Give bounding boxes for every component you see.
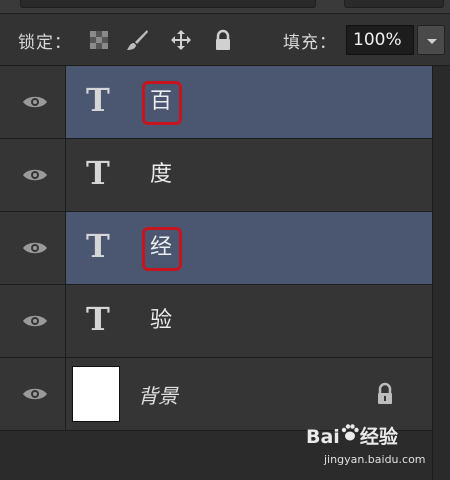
text-layer-icon: T <box>86 81 110 119</box>
text-layer-icon: T <box>86 300 110 338</box>
layer-content[interactable]: T 验 <box>66 285 432 357</box>
layer-name[interactable]: 验 <box>150 307 172 335</box>
paw-icon <box>341 424 359 441</box>
fill-input[interactable]: 100% <box>346 25 414 55</box>
text-layer-icon: T <box>86 227 110 265</box>
visibility-toggle[interactable] <box>0 139 66 211</box>
lock-position-icon[interactable] <box>170 29 192 51</box>
lock-bar: 锁定： 填充： 100% <box>0 14 450 66</box>
layer-thumbnail <box>72 366 120 422</box>
lock-all-icon[interactable] <box>212 29 234 51</box>
layer-content[interactable]: 背景 <box>66 358 432 430</box>
highlight-box <box>142 227 182 271</box>
layer-row[interactable]: T 经 <box>0 212 432 285</box>
eye-icon[interactable] <box>22 94 48 110</box>
layers-list: T 百 T 度 T 经 T 验 背景 <box>0 66 432 480</box>
eye-icon[interactable] <box>22 167 48 183</box>
eye-icon[interactable] <box>22 240 48 256</box>
eye-icon[interactable] <box>22 313 48 329</box>
layer-row[interactable]: T 百 <box>0 66 432 139</box>
watermark-brand: Bai <box>306 426 340 448</box>
lock-image-pixels-icon[interactable] <box>126 29 148 51</box>
visibility-toggle[interactable] <box>0 66 66 138</box>
layer-lock-icon <box>378 382 392 404</box>
layer-content[interactable]: T 经 <box>66 212 432 284</box>
fill-dropdown-button[interactable] <box>417 25 445 55</box>
text-layer-icon: T <box>86 154 110 192</box>
layer-name[interactable]: 度 <box>150 161 172 189</box>
layer-content[interactable]: T 度 <box>66 139 432 211</box>
scrollbar[interactable] <box>432 66 450 480</box>
watermark-brand2: 经验 <box>359 426 398 448</box>
layer-name[interactable]: 背景 <box>138 380 178 409</box>
top-tab[interactable] <box>344 0 444 8</box>
layer-row-background[interactable]: 背景 <box>0 358 432 431</box>
layer-row[interactable]: T 度 <box>0 139 432 212</box>
fill-label: 填充： <box>283 33 337 53</box>
watermark-url: jingyan.baidu.com <box>324 453 426 466</box>
lock-transparent-pixels-icon[interactable] <box>88 29 110 51</box>
visibility-toggle[interactable] <box>0 358 66 430</box>
lock-label: 锁定： <box>18 33 72 53</box>
highlight-box <box>142 81 182 125</box>
layer-row[interactable]: T 验 <box>0 285 432 358</box>
watermark: Bai 经验 <box>306 422 398 449</box>
top-tab[interactable] <box>20 0 316 8</box>
eye-icon[interactable] <box>22 386 48 402</box>
visibility-toggle[interactable] <box>0 285 66 357</box>
layer-content[interactable]: T 百 <box>66 66 432 138</box>
visibility-toggle[interactable] <box>0 212 66 284</box>
panel-top-strip <box>0 0 450 14</box>
